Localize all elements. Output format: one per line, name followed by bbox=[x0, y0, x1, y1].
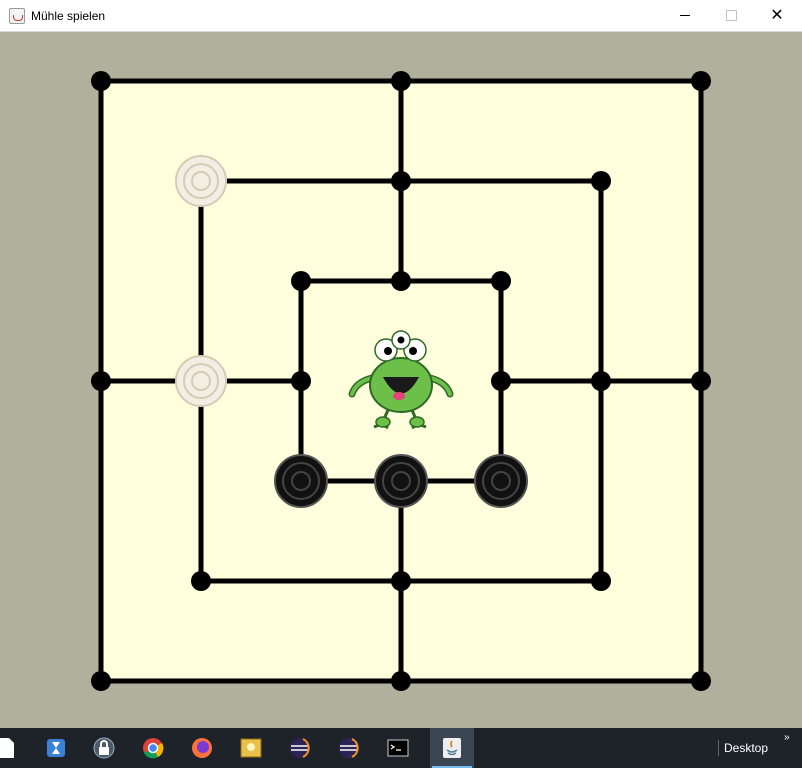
desktop-toolbar[interactable]: Desktop bbox=[724, 728, 768, 768]
taskbar: Desktop » bbox=[0, 728, 802, 768]
taskbar-separator bbox=[718, 740, 719, 756]
taskbar-java[interactable] bbox=[430, 728, 474, 768]
point-f4[interactable] bbox=[591, 371, 611, 391]
black-piece[interactable] bbox=[274, 454, 328, 508]
java-icon bbox=[443, 738, 461, 758]
chrome-icon bbox=[143, 738, 164, 759]
point-e5[interactable] bbox=[491, 271, 511, 291]
close-icon: ✕ bbox=[770, 6, 784, 24]
photo-icon bbox=[240, 738, 262, 758]
white-piece[interactable] bbox=[175, 355, 227, 407]
taskbar-photo[interactable] bbox=[229, 728, 273, 768]
minimize-icon bbox=[680, 15, 690, 16]
point-f6[interactable] bbox=[591, 171, 611, 191]
point-d2[interactable] bbox=[391, 571, 411, 591]
game-area bbox=[0, 31, 802, 728]
taskbar-file[interactable] bbox=[0, 728, 28, 768]
window-title: Mühle spielen bbox=[31, 8, 106, 23]
chevron-icon[interactable]: » bbox=[784, 732, 790, 743]
point-c5[interactable] bbox=[291, 271, 311, 291]
black-piece[interactable] bbox=[474, 454, 528, 508]
lock-icon bbox=[93, 737, 115, 759]
mill-board[interactable] bbox=[0, 31, 802, 728]
taskbar-chrome[interactable] bbox=[131, 728, 175, 768]
point-d6[interactable] bbox=[391, 171, 411, 191]
taskbar-terminal[interactable] bbox=[376, 728, 420, 768]
point-a4[interactable] bbox=[91, 371, 111, 391]
point-g1[interactable] bbox=[691, 671, 711, 691]
point-f2[interactable] bbox=[591, 571, 611, 591]
firefox-icon bbox=[192, 738, 212, 758]
java-app-icon bbox=[9, 7, 25, 24]
window-titlebar[interactable]: Mühle spielen ✕ bbox=[0, 0, 802, 32]
taskbar-lock[interactable] bbox=[82, 728, 126, 768]
eclipse-icon bbox=[339, 738, 359, 758]
point-e4[interactable] bbox=[491, 371, 511, 391]
minimize-button[interactable] bbox=[662, 0, 708, 31]
taskbar-firefox[interactable] bbox=[180, 728, 224, 768]
taskbar-hourglass[interactable] bbox=[34, 728, 78, 768]
taskbar-eclipse-1[interactable] bbox=[278, 728, 322, 768]
point-d7[interactable] bbox=[391, 71, 411, 91]
point-g4[interactable] bbox=[691, 371, 711, 391]
point-c4[interactable] bbox=[291, 371, 311, 391]
close-button[interactable]: ✕ bbox=[754, 0, 800, 31]
point-d1[interactable] bbox=[391, 671, 411, 691]
point-a7[interactable] bbox=[91, 71, 111, 91]
white-piece[interactable] bbox=[175, 155, 227, 207]
point-a1[interactable] bbox=[91, 671, 111, 691]
point-b2[interactable] bbox=[191, 571, 211, 591]
eclipse-icon bbox=[290, 738, 310, 758]
point-d5[interactable] bbox=[391, 271, 411, 291]
maximize-icon bbox=[725, 10, 737, 21]
point-g7[interactable] bbox=[691, 71, 711, 91]
hourglass-icon bbox=[47, 739, 65, 757]
terminal-icon bbox=[387, 739, 409, 757]
taskbar-eclipse-2[interactable] bbox=[327, 728, 371, 768]
black-piece[interactable] bbox=[374, 454, 428, 508]
maximize-button[interactable] bbox=[708, 0, 754, 31]
file-icon bbox=[0, 738, 14, 758]
